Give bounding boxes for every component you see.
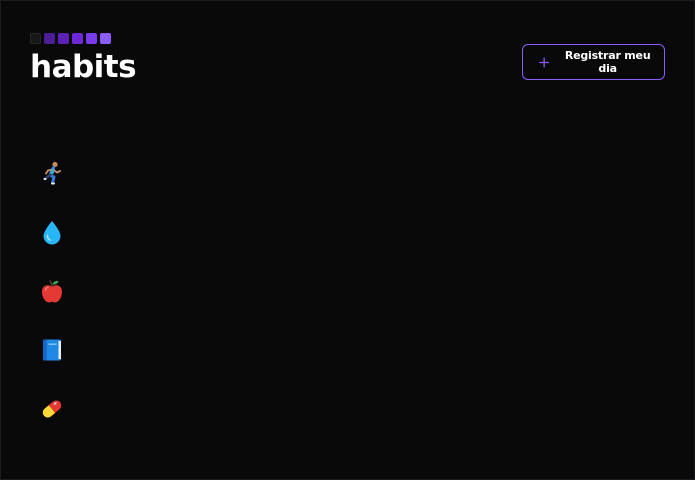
logo-squares	[30, 33, 136, 44]
logo-square	[44, 33, 55, 44]
logo-square	[72, 33, 83, 44]
running-icon	[43, 161, 61, 185]
habit-item[interactable]	[38, 395, 66, 423]
plus-icon	[539, 57, 550, 67]
register-day-button[interactable]: Registrar meu dia	[522, 44, 665, 80]
app-window: habits Registrar meu dia	[0, 0, 695, 480]
habit-item[interactable]	[38, 277, 66, 305]
habit-item[interactable]	[38, 218, 66, 246]
habit-item[interactable]	[38, 336, 66, 364]
water-drop-icon	[43, 221, 61, 245]
book-icon	[43, 339, 61, 361]
apple-icon	[42, 280, 62, 303]
pill-icon	[42, 400, 62, 418]
logo-text: habits	[30, 49, 137, 85]
logo: habits	[30, 33, 137, 85]
register-day-button-label: Registrar meu dia	[564, 49, 651, 75]
habit-list	[38, 159, 66, 454]
logo-square	[86, 33, 97, 44]
logo-square	[100, 33, 111, 44]
logo-square	[58, 33, 69, 44]
habit-item[interactable]	[38, 159, 66, 187]
logo-square	[30, 33, 41, 44]
